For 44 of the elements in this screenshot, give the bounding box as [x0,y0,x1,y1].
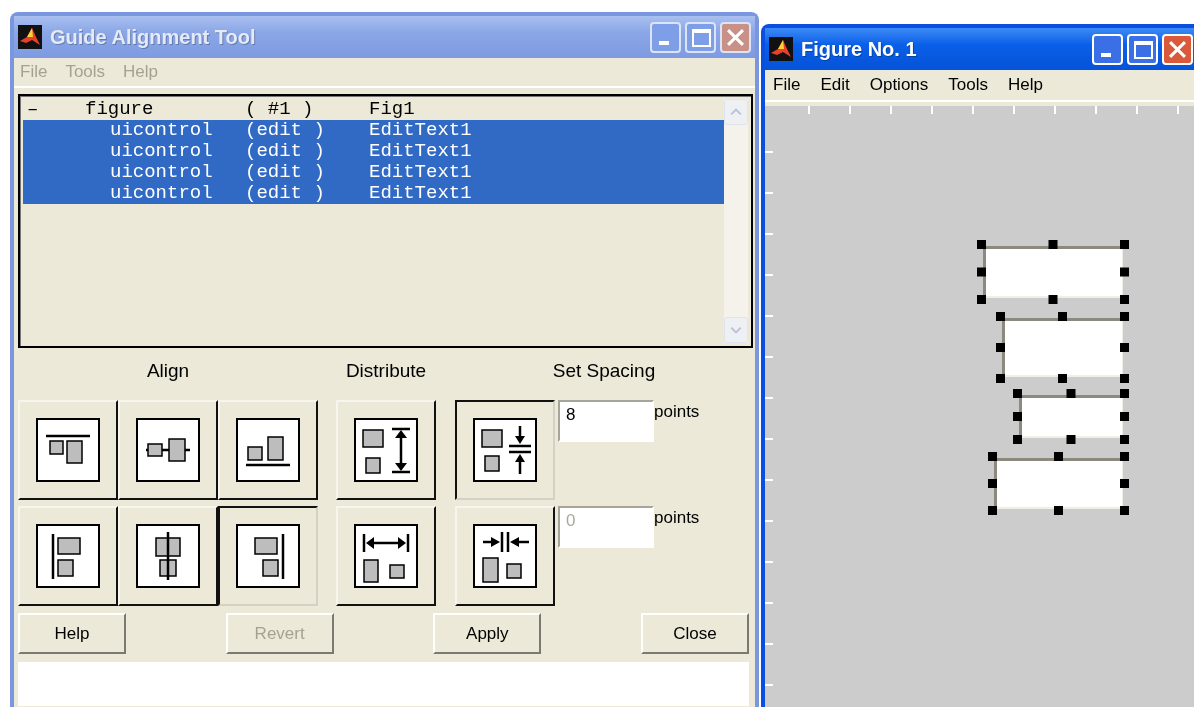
tool-button[interactable] [455,400,555,500]
unit-label: points [654,401,700,422]
horizontal-gap-boxes-icon [473,524,537,588]
section-heading: Distribute [345,359,427,383]
right-aligned-boxes-icon [236,524,300,588]
tool-button[interactable] [218,506,318,606]
selection-handles[interactable] [988,452,1129,515]
menu-item[interactable]: File [773,75,801,95]
push-button[interactable]: Close [640,613,749,654]
object-list-item[interactable]: uicontrol (edit ) EditText1 [23,141,724,162]
section-heading: Align [146,359,190,383]
bottom-aligned-boxes-icon [236,418,300,482]
center-aligned-boxes-icon [136,418,200,482]
object-list-item[interactable]: uicontrol (edit ) EditText1 [23,120,724,141]
app-logo-icon [769,37,793,61]
top-aligned-boxes-icon [36,418,100,482]
vertical-spread-boxes-icon [354,418,418,482]
section-heading: Set Spacing [552,359,656,383]
horizontal-spread-boxes-icon [354,524,418,588]
object-list-item[interactable]: uicontrol (edit ) EditText1 [23,183,724,204]
close-button[interactable] [720,21,751,53]
vertical-gap-boxes-icon [473,418,537,482]
selection-handles[interactable] [1013,389,1129,444]
menu-item[interactable]: Options [869,75,929,95]
chevron-up-icon [730,108,742,116]
middle-aligned-boxes-icon [136,524,200,588]
window-title: Guide Alignment Tool [50,25,257,49]
app-logo-icon [18,25,42,49]
chevron-down-icon [730,326,742,334]
minimize-button[interactable] [650,21,681,53]
object-list-item[interactable]: uicontrol (edit ) EditText1 [23,162,724,183]
unit-label: points [654,507,700,528]
object-list-item[interactable]: – figure ( #1 ) Fig1 [23,99,724,120]
push-button[interactable]: Apply [433,613,542,654]
spacing-input[interactable]: 8 [558,400,654,442]
left-aligned-boxes-icon [36,524,100,588]
window-title: Figure No. 1 [801,37,918,61]
maximize-button[interactable] [685,21,716,53]
menu-item[interactable]: Tools [948,75,988,95]
menu-item[interactable]: Edit [820,75,850,95]
menu-item[interactable]: Help [1008,75,1043,95]
selection-handles[interactable] [996,312,1129,383]
push-button[interactable]: Help [18,613,126,654]
selection-handles[interactable] [977,240,1129,304]
